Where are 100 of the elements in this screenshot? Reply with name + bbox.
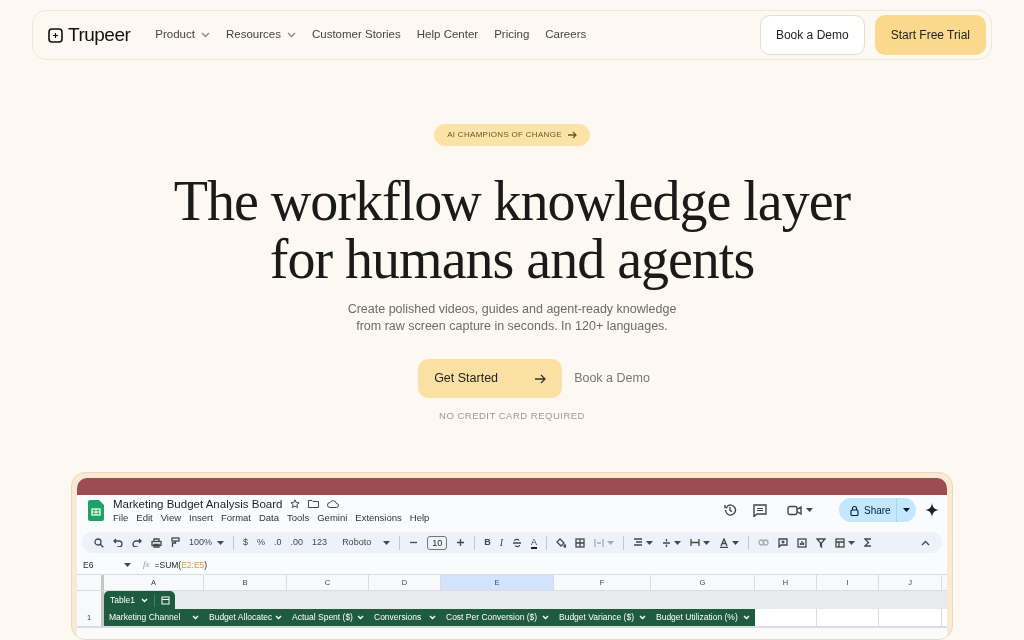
caret-icon[interactable] — [124, 563, 131, 567]
font-select[interactable]: Roboto — [342, 535, 372, 550]
caret-icon[interactable] — [217, 540, 225, 545]
book-demo-button[interactable]: Book a Demo — [759, 15, 865, 55]
font-size-field[interactable]: 10 — [427, 535, 448, 550]
zoom-select[interactable]: 100% — [189, 535, 213, 550]
menu-item[interactable]: Help — [409, 511, 430, 524]
redo-icon[interactable] — [132, 538, 142, 547]
table-column-header[interactable]: Actual Spent ($) — [287, 609, 369, 626]
nav-link[interactable]: Resources — [225, 26, 296, 44]
document-title: Marketing Budget Analysis Board — [113, 496, 283, 511]
no-credit-card-note: NO CREDIT CARD REQUIRED — [439, 409, 585, 423]
menu-item[interactable]: Format — [220, 511, 251, 524]
logo-text: Trupeer — [68, 22, 131, 47]
chevron-down-icon — [286, 32, 296, 38]
table-icon — [161, 596, 171, 605]
lock-icon — [850, 504, 859, 516]
text-rotation-icon[interactable] — [719, 537, 730, 548]
caret-icon[interactable] — [806, 508, 813, 512]
add-comment-icon[interactable] — [778, 537, 789, 548]
nav-link[interactable]: Careers — [545, 26, 587, 44]
table-column-header[interactable]: Budget Variance ($) — [554, 609, 651, 626]
star-icon[interactable] — [290, 498, 301, 509]
decrease-decimal-button[interactable]: .0 — [274, 535, 282, 550]
chevron-down-icon — [429, 615, 436, 620]
percent-button[interactable]: % — [257, 535, 266, 550]
table-column-header[interactable]: Budget Utilization (%) — [651, 609, 755, 626]
menu-item[interactable]: Data — [258, 511, 280, 524]
paint-format-icon[interactable] — [171, 537, 180, 548]
currency-button[interactable]: $ — [243, 535, 249, 550]
caret-icon[interactable] — [674, 540, 682, 545]
sparkle-icon[interactable] — [925, 503, 939, 517]
chevron-down-icon — [743, 615, 750, 620]
get-started-button[interactable]: Get Started — [418, 359, 563, 398]
bold-button[interactable]: B — [484, 535, 491, 550]
menu-item[interactable]: File — [113, 511, 129, 524]
arrow-right-icon — [567, 131, 577, 139]
start-trial-button[interactable]: Start Free Trial — [874, 15, 986, 55]
chevron-down-icon — [542, 615, 549, 620]
print-icon[interactable] — [151, 537, 162, 548]
arrow-right-icon — [535, 373, 547, 384]
menu-item[interactable]: Extensions — [355, 511, 402, 524]
number-format-button[interactable]: 123 — [312, 535, 328, 550]
formula-text[interactable]: =SUM(E2:E5) — [154, 558, 208, 572]
menu-item[interactable]: Tools — [287, 511, 310, 524]
menu-item[interactable]: Gemini — [317, 511, 348, 524]
strikethrough-icon[interactable] — [512, 537, 522, 548]
table-column-header[interactable]: Budget Allocatec — [204, 609, 287, 626]
headline: The workflow knowledge layer for humans and agents — [173, 172, 851, 288]
undo-icon[interactable] — [113, 538, 123, 547]
chevron-down-icon — [357, 615, 364, 620]
menu-item[interactable]: View — [160, 511, 182, 524]
chevron-down-icon — [141, 598, 149, 603]
table-column-header[interactable]: Marketing Channel — [104, 609, 204, 626]
nav-link[interactable]: Product — [155, 26, 210, 44]
logo-icon — [48, 27, 63, 43]
nav-link[interactable]: Customer Stories — [311, 26, 401, 44]
cell-reference: E6 — [83, 558, 95, 572]
sigma-icon[interactable] — [864, 538, 873, 547]
caret-icon[interactable] — [703, 540, 711, 545]
caret-icon[interactable] — [903, 508, 910, 512]
menu-item[interactable]: Edit — [136, 511, 153, 524]
table-icon[interactable] — [835, 537, 846, 548]
subtitle: Create polished videos, guides and agent-ready knowledge from raw screen capture in seconds. In 120+ languages. — [347, 301, 677, 335]
table-column-header[interactable]: Conversions — [369, 609, 441, 626]
filter-icon[interactable] — [816, 537, 827, 548]
align-icon[interactable] — [633, 538, 644, 547]
history-icon[interactable] — [723, 503, 737, 517]
share-button[interactable]: Share — [839, 498, 916, 522]
caret-icon[interactable] — [848, 540, 856, 545]
chevron-down-icon — [200, 32, 210, 38]
video-camera-icon[interactable] — [787, 504, 802, 516]
nav-link[interactable]: Pricing — [494, 26, 530, 44]
italic-button[interactable]: I — [499, 535, 503, 550]
book-demo-link[interactable]: Book a Demo — [574, 369, 650, 388]
chevron-down-icon — [192, 615, 199, 620]
plus-icon[interactable] — [456, 538, 466, 547]
chevron-down-icon — [275, 615, 282, 620]
cloud-icon[interactable] — [327, 499, 340, 508]
caret-icon[interactable] — [646, 540, 654, 545]
table-column-header[interactable]: Cost Per Conversion ($) — [441, 609, 554, 626]
fill-color-icon[interactable] — [556, 537, 567, 548]
merge-cells-icon[interactable] — [594, 537, 605, 548]
folder-icon[interactable] — [308, 499, 320, 508]
announcement-badge[interactable]: AI CHAMPIONS OF CHANGE — [434, 124, 590, 146]
text-wrap-icon[interactable] — [690, 538, 701, 547]
nav-link[interactable]: Help Center — [416, 26, 479, 44]
increase-decimal-button[interactable]: .00 — [290, 535, 304, 550]
caret-icon[interactable] — [732, 540, 740, 545]
text-color-button[interactable]: A — [531, 536, 538, 549]
caret-icon[interactable] — [383, 540, 391, 545]
sheets-logo-icon — [88, 499, 104, 521]
collapse-icon[interactable] — [921, 539, 930, 546]
menu-item[interactable]: Insert — [189, 511, 213, 524]
borders-icon[interactable] — [575, 537, 586, 548]
chart-icon[interactable] — [797, 537, 808, 548]
function-label: fx — [143, 558, 150, 572]
comment-icon[interactable] — [753, 503, 767, 517]
search-icon[interactable] — [94, 537, 104, 548]
vertical-align-icon[interactable] — [662, 537, 672, 548]
